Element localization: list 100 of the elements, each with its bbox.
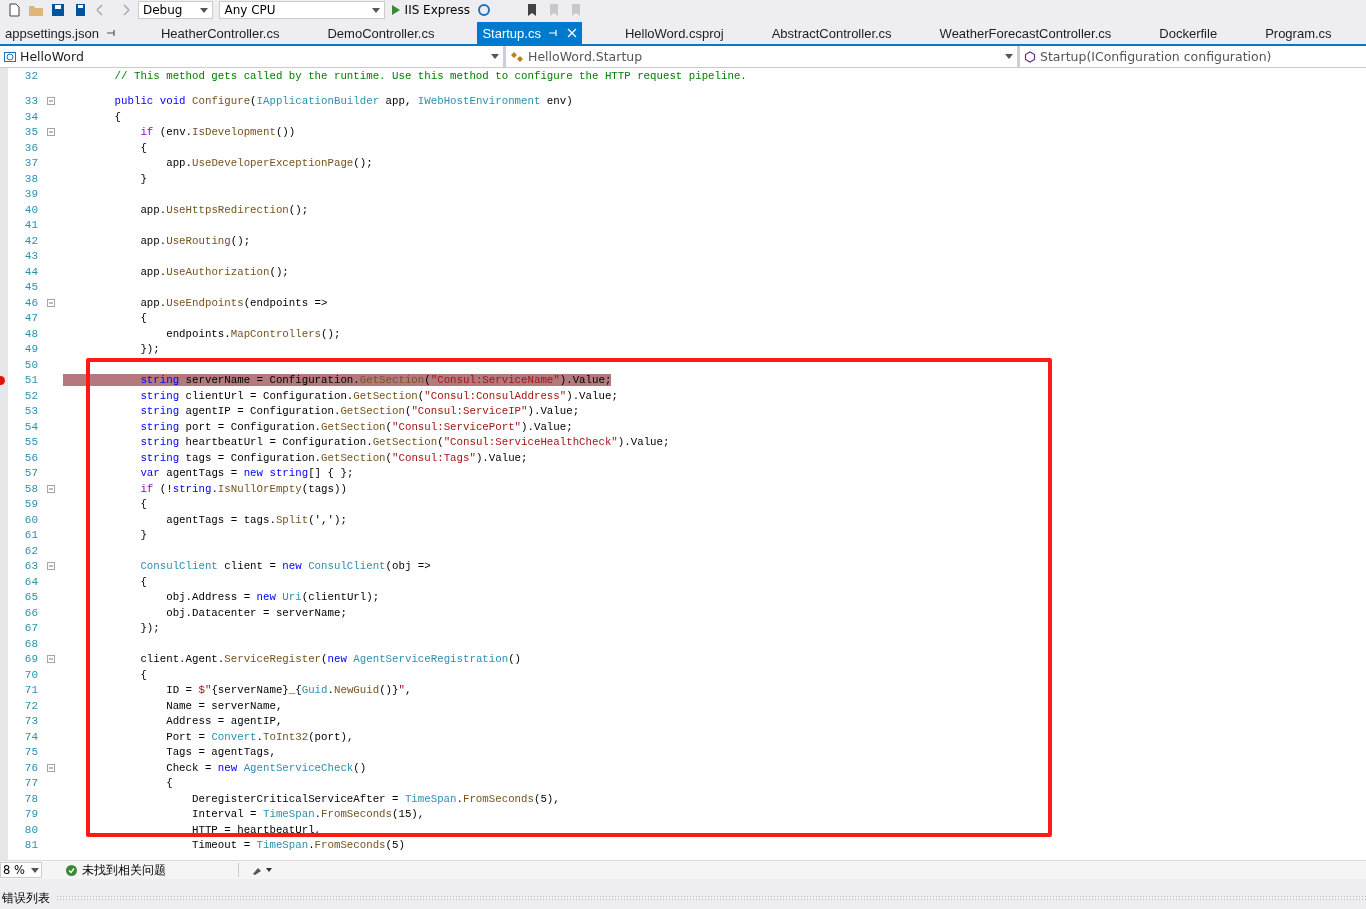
code-line: ID = $"{serverName}_{Guid.NewGuid()}", <box>165 684 412 697</box>
line-number: 41 <box>23 219 38 232</box>
collapse-icon[interactable] <box>46 298 55 307</box>
code-line: } <box>139 172 147 185</box>
collapse-icon[interactable] <box>46 562 55 571</box>
line-number: 56 <box>23 451 38 464</box>
line-number: 77 <box>23 777 38 790</box>
code-line: endpoints.MapControllers(); <box>165 327 341 340</box>
code-line: }); <box>139 343 160 356</box>
collapse-icon[interactable] <box>46 655 55 664</box>
code-line: string agentIP = Configuration.GetSection("Consul:ServiceIP").Value; <box>139 405 580 418</box>
configuration-dropdown[interactable]: Debug <box>138 1 214 19</box>
line-number: 74 <box>23 730 38 743</box>
code-line: agentTags = tags.Split(','); <box>165 513 347 526</box>
line-number: 54 <box>23 420 38 433</box>
code-line: Check = new AgentServiceCheck() <box>165 761 367 774</box>
line-number: 78 <box>23 792 38 805</box>
line-number: 48 <box>23 327 38 340</box>
code-line: obj.Datacenter = serverName; <box>165 606 347 619</box>
line-number: 69 <box>23 653 38 666</box>
collapse-icon[interactable] <box>46 128 55 137</box>
line-number: 63 <box>23 560 38 573</box>
code-line: Timeout = TimeSpan.FromSeconds(5) <box>191 839 405 852</box>
new-file-icon[interactable] <box>6 3 22 17</box>
file-tab[interactable]: HeatherController.cs <box>155 22 285 44</box>
zoom-dropdown[interactable]: 8 % <box>0 862 42 878</box>
code-line: string heartbeatUrl = Configuration.GetSection("Consul:ServiceHealthCheck").Value; <box>139 436 670 449</box>
line-number: 65 <box>23 591 38 604</box>
line-number: 40 <box>23 203 38 216</box>
code-line: app.UseEndpoints(endpoints => <box>139 296 328 309</box>
collapse-icon[interactable] <box>46 97 55 106</box>
caret-icon <box>491 54 499 59</box>
code-line: Interval = TimeSpan.FromSeconds(15), <box>191 808 425 821</box>
save-icon[interactable] <box>50 3 66 17</box>
code-line: HTTP = heartbeatUrl, <box>191 823 322 836</box>
code-line: Tags = agentTags, <box>165 746 276 759</box>
file-tab[interactable]: appsettings.json <box>0 22 122 44</box>
line-number: 49 <box>23 343 38 356</box>
line-number: 59 <box>23 498 38 511</box>
collapse-icon[interactable] <box>46 484 55 493</box>
code-line: string tags = Configuration.GetSection("Consul:Tags").Value; <box>139 451 528 464</box>
code-line: { <box>113 110 122 123</box>
close-icon[interactable] <box>566 28 577 38</box>
refresh-icon[interactable] <box>476 3 492 17</box>
file-tab[interactable]: DemoController.cs <box>322 22 440 44</box>
platform-dropdown[interactable]: Any CPU <box>219 1 385 19</box>
line-number: 50 <box>23 358 38 371</box>
line-number: 43 <box>23 250 38 263</box>
pin-icon[interactable] <box>548 28 559 38</box>
line-number: 73 <box>23 715 38 728</box>
line-number: 57 <box>23 467 38 480</box>
panel-tab[interactable]: 错误列表 <box>2 889 50 907</box>
code-line: if (!string.IsNullOrEmpty(tags)) <box>139 482 347 495</box>
line-number: 80 <box>23 823 38 836</box>
line-number: 72 <box>23 699 38 712</box>
line-number: 61 <box>23 529 38 542</box>
line-number: 44 <box>23 265 38 278</box>
code-line: app.UseAuthorization(); <box>139 265 289 278</box>
file-tab[interactable]: HelloWord.csproj <box>619 22 729 44</box>
code-line: app.UseHttpsRedirection(); <box>139 203 309 216</box>
line-number: 62 <box>23 544 38 557</box>
code-line: Port = Convert.ToInt32(port), <box>165 730 354 743</box>
play-icon <box>390 5 401 15</box>
line-number: 34 <box>23 110 38 123</box>
line-number: 71 <box>23 684 38 697</box>
line-number: 79 <box>23 808 38 821</box>
line-number: 67 <box>23 622 38 635</box>
line-number: 36 <box>23 141 38 154</box>
line-number: 60 <box>23 513 38 526</box>
code-line: app.UseDeveloperExceptionPage(); <box>165 157 373 170</box>
line-number: 81 <box>23 839 38 852</box>
file-tab[interactable]: Startup.cs <box>477 22 582 44</box>
collapse-icon[interactable] <box>46 763 55 772</box>
file-tab[interactable]: AbstractController.cs <box>766 22 897 44</box>
line-number: 52 <box>23 389 38 402</box>
code-line: Address = agentIP, <box>165 715 283 728</box>
run-button[interactable]: IIS Express <box>390 3 470 17</box>
code-line: { <box>139 668 147 681</box>
line-number: 76 <box>23 761 38 774</box>
caret-icon <box>1005 54 1013 59</box>
folder-icon[interactable] <box>28 3 44 17</box>
code-line: { <box>139 312 147 325</box>
code-line: { <box>139 575 147 588</box>
code-line: // This method gets called by the runtime. Use this method to configure the HTTP request pipeline. <box>113 69 747 82</box>
line-number: 53 <box>23 405 38 418</box>
file-tab[interactable]: Dockerfile <box>1154 22 1223 44</box>
line-number: 35 <box>23 126 38 139</box>
code-line: { <box>165 777 173 790</box>
member-dropdown[interactable]: Startup(IConfiguration configuration) <box>1020 46 1366 67</box>
line-number: 33 <box>23 95 38 108</box>
file-tab[interactable]: Program.cs <box>1260 22 1337 44</box>
issues-status: 未找到相关问题 <box>82 862 166 878</box>
line-number: 46 <box>23 296 38 309</box>
file-tab[interactable]: WeatherForecastController.cs <box>934 22 1117 44</box>
pin-icon[interactable] <box>106 28 117 38</box>
line-number: 55 <box>23 436 38 449</box>
check-icon <box>66 864 77 876</box>
caret-icon <box>200 7 209 13</box>
line-number: 51 <box>23 374 38 387</box>
code-line: client.Agent.ServiceRegister(new AgentServiceRegistration() <box>139 653 522 666</box>
